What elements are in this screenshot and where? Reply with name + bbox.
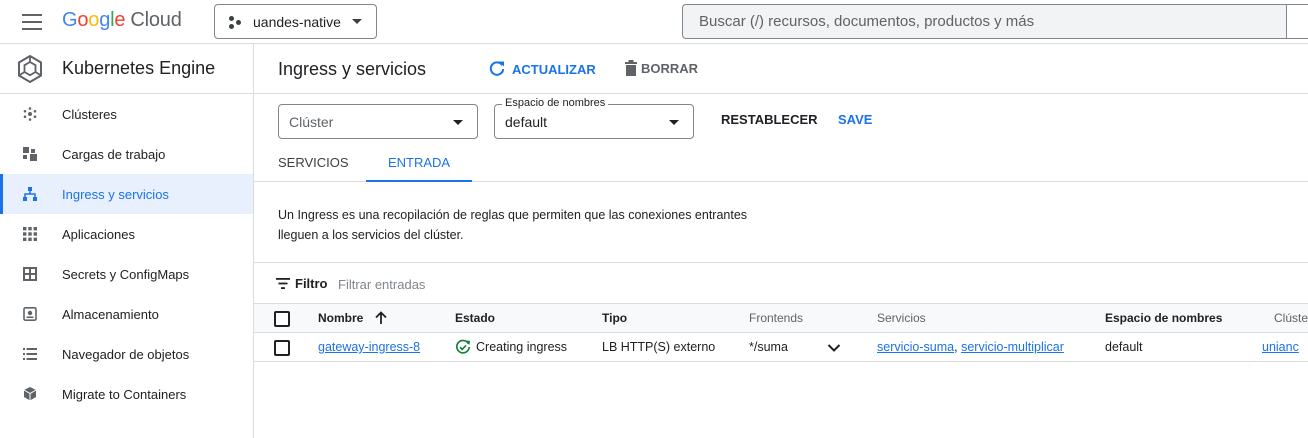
clusters-icon (23, 107, 37, 121)
chevron-down-icon (352, 19, 362, 24)
sidebar-item-label: Aplicaciones (62, 226, 135, 242)
namespace-select-label: Espacio de nombres (502, 97, 609, 109)
table-filter-bar: Filtro (254, 262, 1308, 304)
column-header-services: Servicios (877, 311, 926, 325)
sidebar-item-storage[interactable]: Almacenamiento (0, 294, 253, 334)
select-all-checkbox[interactable] (274, 311, 290, 327)
tab-services[interactable]: SERVICIOS (278, 144, 349, 182)
ingress-icon (23, 187, 37, 201)
status-text: Creating ingress (476, 340, 568, 354)
sidebar-item-applications[interactable]: Aplicaciones (0, 214, 253, 254)
main-content: Ingress y servicios ACTUALIZAR BORRAR Cl… (254, 44, 1308, 438)
column-header-name[interactable]: Nombre (318, 304, 387, 333)
status-ok-icon (456, 339, 471, 354)
namespace-cell: default (1105, 340, 1143, 354)
sidebar-item-label: Clústeres (62, 106, 117, 122)
cluster-select-placeholder: Clúster (289, 113, 334, 130)
sort-ascending-icon (375, 311, 387, 325)
chevron-down-icon (453, 120, 463, 125)
reset-button[interactable]: RESTABLECER (721, 112, 818, 127)
page-title: Ingress y servicios (278, 59, 427, 79)
column-header-cluster: Clúste (1274, 311, 1308, 325)
type-cell: LB HTTP(S) externo (602, 340, 716, 354)
tab-ingress[interactable]: ENTRADA (366, 144, 472, 182)
refresh-icon (489, 61, 505, 76)
delete-button[interactable]: BORRAR (624, 60, 698, 76)
namespace-select[interactable]: Espacio de nombres default (494, 97, 694, 139)
apps-grid-icon (23, 227, 37, 241)
project-picker[interactable]: uandes-native (214, 4, 377, 39)
description-line: lleguen a los servicios del clúster. (278, 228, 464, 242)
sidebar-item-label: Cargas de trabajo (62, 146, 166, 162)
search-button[interactable] (1286, 4, 1308, 39)
sidebar-item-label: Migrate to Containers (62, 386, 187, 402)
frontend-cell: */suma (749, 340, 788, 354)
trash-icon (625, 60, 637, 76)
migrate-icon (23, 387, 37, 401)
top-bar: Google Cloud uandes-native (0, 0, 1308, 44)
ingress-name-link[interactable]: gateway-ingress-8 (318, 333, 420, 362)
main-menu-icon[interactable] (22, 14, 42, 30)
sidebar-header: Kubernetes Engine (0, 44, 253, 94)
ingress-description: Un Ingress es una recopilación de reglas… (278, 205, 798, 245)
save-button[interactable]: SAVE (838, 112, 872, 127)
refresh-button[interactable]: ACTUALIZAR (488, 60, 596, 78)
secrets-icon (23, 267, 37, 281)
kubernetes-engine-icon (18, 54, 42, 83)
cluster-link[interactable]: unianc (1262, 333, 1299, 362)
sidebar-item-clusters[interactable]: Clústeres (0, 94, 253, 134)
product-title: Kubernetes Engine (62, 58, 216, 78)
status-cell: Creating ingress (455, 333, 567, 362)
refresh-label: ACTUALIZAR (512, 61, 596, 77)
description-line: Un Ingress es una recopilación de reglas… (278, 208, 748, 222)
filter-label: Filtro (295, 276, 328, 291)
page-header: Ingress y servicios ACTUALIZAR BORRAR (254, 44, 1308, 94)
ingress-table: Nombre Estado Tipo Frontends Servicios E… (254, 304, 1308, 362)
chevron-down-icon[interactable] (827, 341, 841, 355)
storage-icon (23, 307, 37, 321)
namespace-select-value: default (505, 113, 548, 130)
sidebar-item-workloads[interactable]: Cargas de trabajo (0, 134, 253, 174)
service-link[interactable]: servicio-suma (877, 340, 954, 354)
project-name: uandes-native (253, 13, 341, 30)
column-header-label: Nombre (318, 311, 364, 325)
sidebar-item-migrate[interactable]: Migrate to Containers (0, 374, 253, 414)
chevron-down-icon (669, 120, 679, 125)
filter-icon (276, 278, 290, 289)
sidebar-item-object-browser[interactable]: Navegador de objetos (0, 334, 253, 374)
filter-input[interactable] (338, 274, 738, 294)
column-header-status[interactable]: Estado (455, 304, 495, 333)
tab-bar: SERVICIOS ENTRADA (254, 144, 1308, 182)
sidebar-item-label: Almacenamiento (62, 306, 159, 322)
sidebar-item-label: Navegador de objetos (62, 346, 190, 362)
table-header-row: Nombre Estado Tipo Frontends Servicios E… (254, 304, 1308, 333)
sidebar-item-label: Ingress y servicios (62, 186, 169, 202)
column-header-type[interactable]: Tipo (602, 304, 627, 333)
object-browser-icon (23, 348, 37, 360)
services-cell: servicio-suma, servicio-multiplicar (877, 333, 1064, 362)
workloads-icon (23, 147, 37, 161)
service-link[interactable]: servicio-multiplicar (961, 340, 1064, 354)
column-header-frontends: Frontends (749, 311, 804, 325)
table-row: gateway-ingress-8 Creating ingress LB HT… (254, 333, 1308, 362)
service-separator: , (954, 340, 958, 354)
resource-filters: Clúster Espacio de nombres default RESTA… (254, 94, 1308, 144)
search-input[interactable] (682, 4, 1286, 39)
sidebar: Kubernetes Engine Clústeres Cargas de tr… (0, 44, 254, 438)
sidebar-item-ingress[interactable]: Ingress y servicios (0, 174, 253, 214)
delete-label: BORRAR (641, 60, 699, 76)
column-header-namespace[interactable]: Espacio de nombres (1105, 304, 1222, 333)
sidebar-item-secrets[interactable]: Secrets y ConfigMaps (0, 254, 253, 294)
google-cloud-logo[interactable]: Google Cloud (62, 9, 182, 32)
sidebar-item-label: Secrets y ConfigMaps (62, 266, 190, 282)
cluster-select[interactable]: Clúster (278, 104, 478, 139)
project-icon (229, 15, 241, 29)
row-checkbox[interactable] (274, 340, 290, 356)
